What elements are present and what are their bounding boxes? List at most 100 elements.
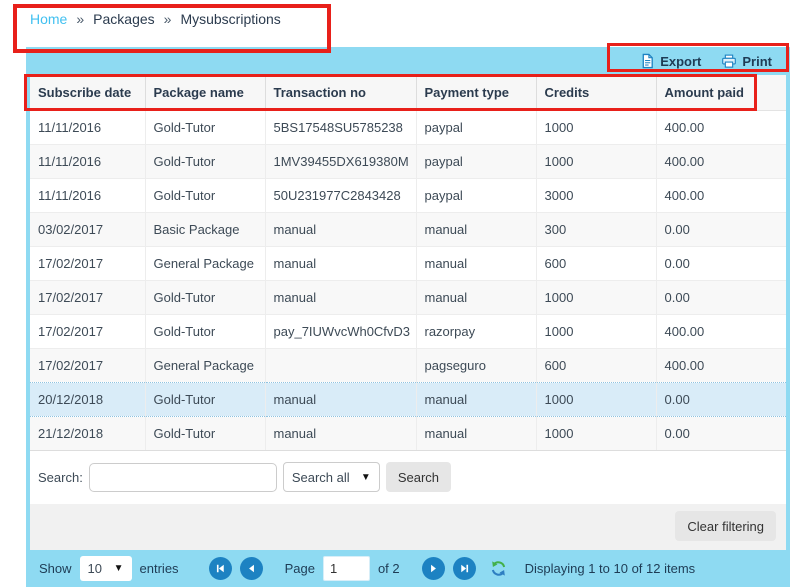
table-cell: Gold-Tutor: [145, 383, 265, 417]
table-cell: 0.00: [656, 281, 786, 315]
breadcrumb-home-link[interactable]: Home: [30, 11, 67, 27]
column-header[interactable]: Package name: [145, 75, 265, 111]
refresh-icon[interactable]: [490, 560, 507, 577]
table-cell: 400.00: [656, 315, 786, 349]
export-button[interactable]: Export: [640, 53, 701, 69]
chevron-down-icon: ▼: [114, 563, 124, 574]
previous-page-button[interactable]: [240, 557, 263, 580]
table-cell: 0.00: [656, 383, 786, 417]
table-cell: 17/02/2017: [30, 349, 145, 383]
table-cell: 0.00: [656, 213, 786, 247]
table-cell: 50U231977C2843428: [265, 179, 416, 213]
table-cell: 600: [536, 247, 656, 281]
table-row[interactable]: 03/02/2017Basic Packagemanualmanual3000.…: [30, 213, 786, 247]
table-cell: manual: [416, 281, 536, 315]
table-cell: 300: [536, 213, 656, 247]
table-row[interactable]: 21/12/2018Gold-Tutormanualmanual10000.00: [30, 417, 786, 451]
table-row[interactable]: 17/02/2017Gold-Tutorpay_7IUWvcWh0CfvD3ra…: [30, 315, 786, 349]
table-cell: 5BS17548SU5785238: [265, 111, 416, 145]
table-cell: 400.00: [656, 111, 786, 145]
search-scope-value: Search all: [292, 470, 350, 485]
table-cell: 1000: [536, 417, 656, 451]
last-page-button[interactable]: [453, 557, 476, 580]
table-cell: Gold-Tutor: [145, 315, 265, 349]
column-header[interactable]: Transaction no: [265, 75, 416, 111]
column-header[interactable]: Subscribe date: [30, 75, 145, 111]
next-page-icon: [427, 562, 440, 575]
table-cell: paypal: [416, 111, 536, 145]
column-header[interactable]: Amount paid: [656, 75, 786, 111]
breadcrumb-current-page: Mysubscriptions: [180, 11, 280, 27]
table-cell: 400.00: [656, 179, 786, 213]
table-cell: General Package: [145, 247, 265, 281]
subscriptions-table: Subscribe datePackage nameTransaction no…: [30, 75, 786, 450]
table-cell: 17/02/2017: [30, 247, 145, 281]
printer-icon: [721, 54, 737, 69]
clear-filtering-button[interactable]: Clear filtering: [675, 511, 776, 541]
table-cell: manual: [416, 383, 536, 417]
table-cell: 11/11/2016: [30, 145, 145, 179]
table-cell: Gold-Tutor: [145, 145, 265, 179]
search-scope-select[interactable]: Search all ▼: [283, 462, 380, 492]
search-button[interactable]: Search: [386, 462, 451, 492]
column-header[interactable]: Payment type: [416, 75, 536, 111]
table-cell: Gold-Tutor: [145, 179, 265, 213]
search-label: Search:: [38, 470, 83, 485]
entries-per-page-select[interactable]: 10 ▼: [80, 556, 132, 581]
export-document-icon: [640, 53, 655, 69]
table-cell: [265, 349, 416, 383]
table-cell: pay_7IUWvcWh0CfvD3: [265, 315, 416, 349]
table-row[interactable]: 11/11/2016Gold-Tutor50U231977C2843428pay…: [30, 179, 786, 213]
table-cell: 400.00: [656, 349, 786, 383]
pagination-status: Displaying 1 to 10 of 12 items: [525, 561, 696, 576]
chevron-down-icon: ▼: [361, 472, 371, 483]
table-cell: 1000: [536, 111, 656, 145]
table-cell: manual: [265, 417, 416, 451]
table-cell: manual: [265, 213, 416, 247]
first-page-button[interactable]: [209, 557, 232, 580]
column-header[interactable]: Credits: [536, 75, 656, 111]
table-row[interactable]: 17/02/2017General Packagepagseguro600400…: [30, 349, 786, 383]
table-cell: 11/11/2016: [30, 179, 145, 213]
entries-label: entries: [140, 561, 179, 576]
table-row[interactable]: 17/02/2017Gold-Tutormanualmanual10000.00: [30, 281, 786, 315]
table-cell: manual: [416, 247, 536, 281]
table-cell: 1000: [536, 281, 656, 315]
print-button[interactable]: Print: [721, 54, 772, 69]
table-cell: paypal: [416, 179, 536, 213]
first-page-icon: [214, 562, 227, 575]
table-cell: 3000: [536, 179, 656, 213]
breadcrumb-separator: »: [76, 11, 84, 27]
table-cell: 11/11/2016: [30, 111, 145, 145]
page-number-input[interactable]: [323, 556, 370, 581]
breadcrumb: Home » Packages » Mysubscriptions: [30, 11, 281, 27]
table-cell: manual: [416, 417, 536, 451]
table-row[interactable]: 11/11/2016Gold-Tutor1MV39455DX619380Mpay…: [30, 145, 786, 179]
table-cell: Gold-Tutor: [145, 417, 265, 451]
table-row[interactable]: 20/12/2018Gold-Tutormanualmanual10000.00: [30, 383, 786, 417]
search-input[interactable]: [89, 463, 277, 492]
show-label: Show: [39, 561, 72, 576]
table-cell: 0.00: [656, 247, 786, 281]
export-label: Export: [660, 54, 701, 69]
breadcrumb-packages-link[interactable]: Packages: [93, 11, 154, 27]
print-label: Print: [742, 54, 772, 69]
table-cell: General Package: [145, 349, 265, 383]
last-page-icon: [458, 562, 471, 575]
table-cell: 1000: [536, 145, 656, 179]
next-page-button[interactable]: [422, 557, 445, 580]
table-cell: 17/02/2017: [30, 281, 145, 315]
table-cell: manual: [265, 383, 416, 417]
table-row[interactable]: 17/02/2017General Packagemanualmanual600…: [30, 247, 786, 281]
table-cell: manual: [265, 281, 416, 315]
table-row[interactable]: 11/11/2016Gold-Tutor5BS17548SU5785238pay…: [30, 111, 786, 145]
table-cell: 1000: [536, 315, 656, 349]
table-cell: 0.00: [656, 417, 786, 451]
table-cell: Gold-Tutor: [145, 281, 265, 315]
table-body: 11/11/2016Gold-Tutor5BS17548SU5785238pay…: [30, 111, 786, 451]
table-cell: paypal: [416, 145, 536, 179]
table-cell: 21/12/2018: [30, 417, 145, 451]
entries-per-page-value: 10: [88, 561, 102, 576]
table-cell: razorpay: [416, 315, 536, 349]
previous-page-icon: [245, 562, 258, 575]
